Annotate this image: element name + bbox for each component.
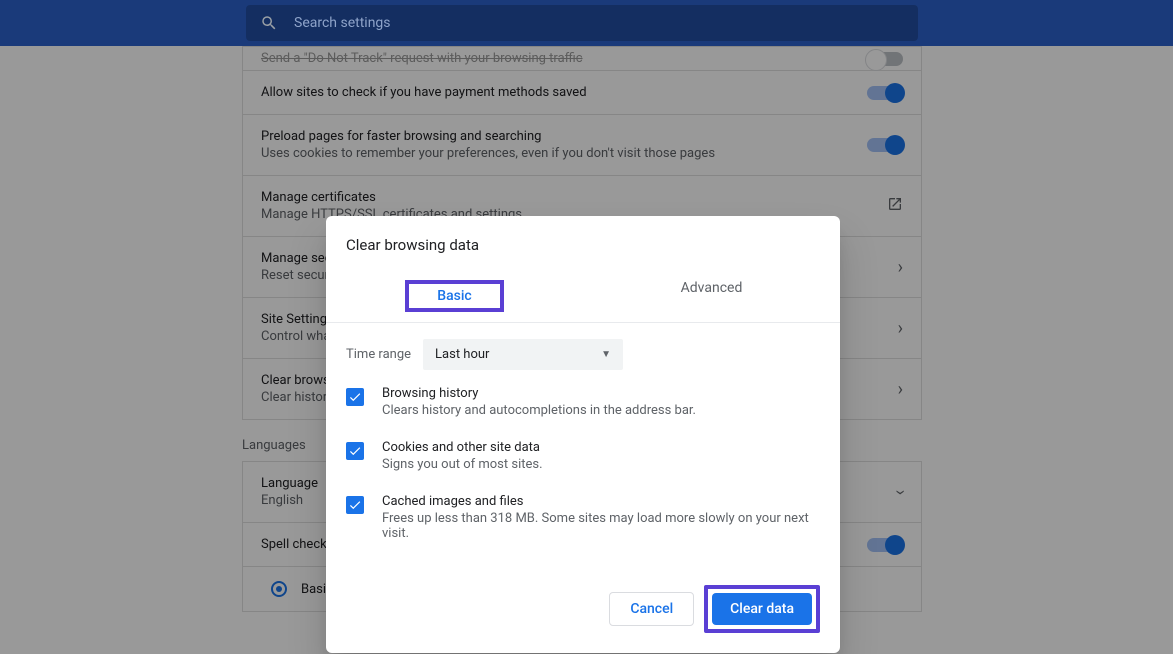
cookies-sub: Signs you out of most sites.	[382, 457, 543, 472]
history-title: Browsing history	[382, 386, 696, 401]
time-range-select[interactable]: Last hour ▼	[423, 339, 623, 370]
checkbox-cookies-row: Cookies and other site data Signs you ou…	[346, 440, 820, 472]
search-placeholder: Search settings	[294, 15, 391, 31]
checkbox-cache[interactable]	[346, 496, 364, 514]
content: Send a "Do Not Track" request with your …	[0, 46, 1173, 654]
time-range-label: Time range	[346, 347, 411, 362]
checkbox-cookies[interactable]	[346, 442, 364, 460]
time-range-row: Time range Last hour ▼	[346, 339, 820, 370]
clear-data-button[interactable]: Clear data	[712, 593, 812, 625]
clear-button-highlight: Clear data	[704, 585, 820, 633]
clear-browsing-dialog: Clear browsing data Basic Advanced Time …	[326, 216, 840, 653]
cache-title: Cached images and files	[382, 494, 820, 509]
checkbox-cache-row: Cached images and files Frees up less th…	[346, 494, 820, 541]
dialog-footer: Cancel Clear data	[326, 573, 840, 653]
time-range-value: Last hour	[435, 347, 489, 362]
cookies-title: Cookies and other site data	[382, 440, 543, 455]
tab-basic[interactable]: Basic	[326, 270, 583, 322]
checkbox-history[interactable]	[346, 388, 364, 406]
dropdown-arrow-icon: ▼	[601, 349, 611, 360]
dialog-tabs: Basic Advanced	[326, 270, 840, 323]
cancel-button[interactable]: Cancel	[609, 592, 694, 626]
history-sub: Clears history and autocompletions in th…	[382, 403, 696, 418]
dialog-body: Time range Last hour ▼ Browsing history …	[326, 323, 840, 573]
search-settings-input[interactable]: Search settings	[246, 5, 918, 41]
top-bar: Search settings	[0, 0, 1173, 46]
tab-basic-label: Basic	[405, 280, 503, 312]
checkbox-history-row: Browsing history Clears history and auto…	[346, 386, 820, 418]
cache-sub: Frees up less than 318 MB. Some sites ma…	[382, 511, 820, 541]
dialog-title: Clear browsing data	[326, 216, 840, 270]
tab-advanced[interactable]: Advanced	[583, 270, 840, 322]
search-icon	[260, 14, 278, 32]
